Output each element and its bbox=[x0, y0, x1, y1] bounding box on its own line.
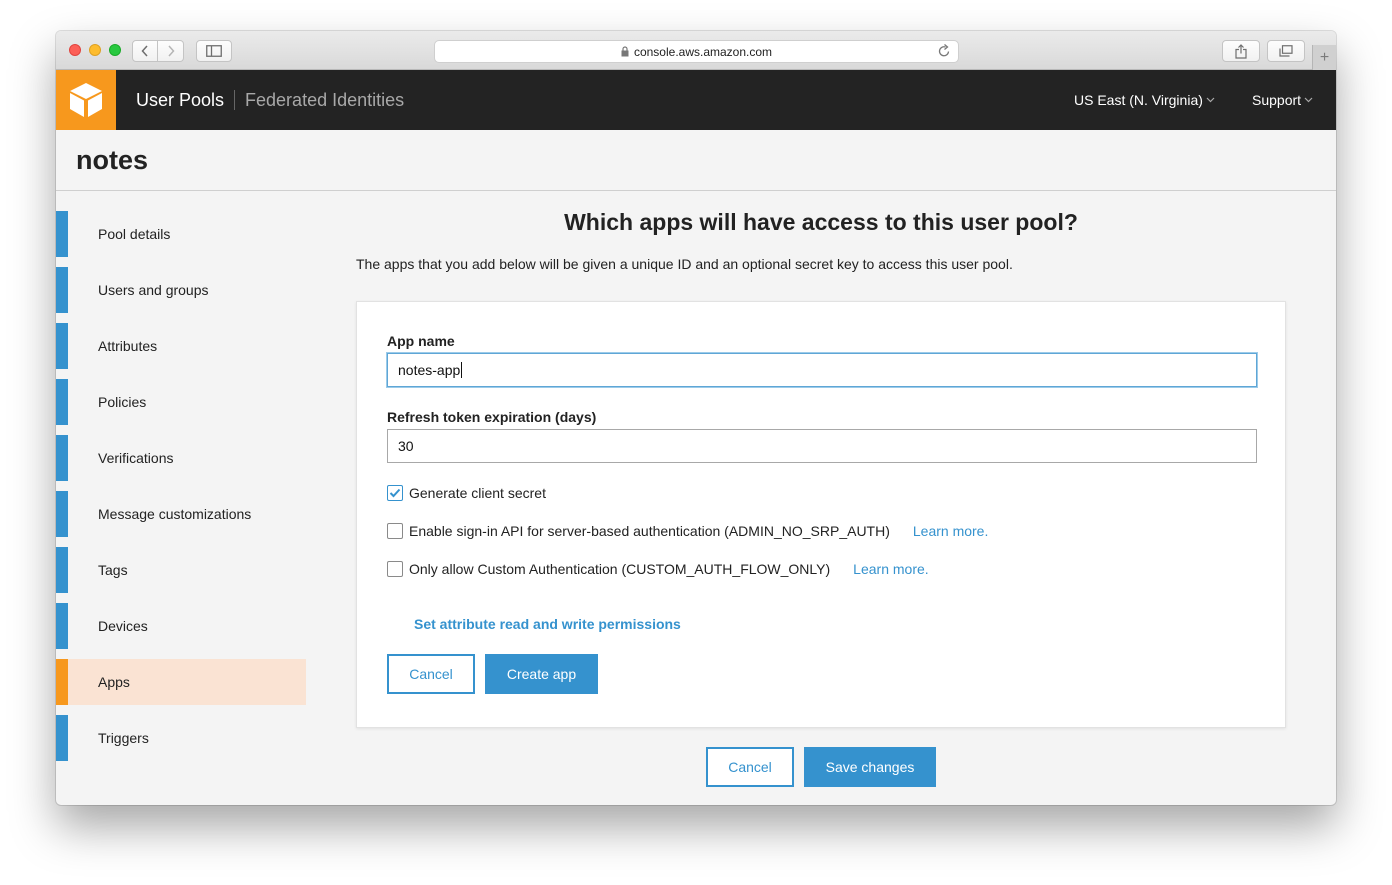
sidebar-indicator bbox=[56, 435, 68, 481]
sidebar-item-label: Apps bbox=[98, 674, 130, 690]
sidebar-item-label: Verifications bbox=[98, 450, 174, 466]
create-app-button[interactable]: Create app bbox=[485, 654, 598, 694]
custom-auth-checkbox[interactable] bbox=[387, 561, 403, 577]
minimize-window-button[interactable] bbox=[89, 44, 101, 56]
sidebar-item-label: Message customizations bbox=[98, 506, 252, 522]
chevron-right-icon bbox=[167, 45, 175, 57]
refresh-token-value: 30 bbox=[398, 438, 414, 454]
sidebar-indicator bbox=[56, 379, 68, 425]
browser-toolbar: console.aws.amazon.com + bbox=[56, 31, 1336, 70]
sidebar-item-triggers[interactable]: Triggers bbox=[56, 715, 306, 761]
aws-header: User Pools Federated Identities US East … bbox=[56, 70, 1336, 130]
chevron-left-icon bbox=[141, 45, 148, 57]
chevron-down-icon bbox=[1206, 97, 1215, 103]
chevron-down-icon bbox=[1304, 97, 1313, 103]
sidebar-indicator bbox=[56, 267, 68, 313]
text-cursor bbox=[461, 362, 463, 378]
sidebar-item-policies[interactable]: Policies bbox=[56, 379, 306, 425]
tabs-icon bbox=[1279, 45, 1293, 57]
federated-identities-link[interactable]: Federated Identities bbox=[245, 90, 404, 111]
region-label: US East (N. Virginia) bbox=[1074, 92, 1203, 108]
history-nav bbox=[132, 40, 184, 62]
zoom-window-button[interactable] bbox=[109, 44, 121, 56]
sidebar-item-label: Attributes bbox=[98, 338, 158, 354]
learn-more-link[interactable]: Learn more. bbox=[853, 561, 928, 577]
sidebar-item-users-and-groups[interactable]: Users and groups bbox=[56, 267, 306, 313]
checkmark-icon bbox=[389, 488, 401, 498]
cancel-app-button[interactable]: Cancel bbox=[387, 654, 475, 694]
support-label: Support bbox=[1252, 92, 1302, 108]
cube-icon bbox=[70, 83, 102, 117]
close-window-button[interactable] bbox=[69, 44, 81, 56]
admin-no-srp-label: Enable sign-in API for server-based auth… bbox=[409, 523, 890, 539]
add-app-form: App name notes-app Refresh token expirat… bbox=[356, 301, 1286, 728]
sidebar-item-label: Pool details bbox=[98, 226, 171, 242]
admin-no-srp-option: Enable sign-in API for server-based auth… bbox=[387, 523, 988, 539]
lock-icon bbox=[621, 46, 629, 57]
section-description: The apps that you add below will be give… bbox=[356, 256, 1013, 272]
nav-separator bbox=[234, 90, 236, 110]
sidebar-item-label: Users and groups bbox=[98, 282, 209, 298]
user-pools-link[interactable]: User Pools bbox=[136, 90, 224, 111]
refresh-token-label: Refresh token expiration (days) bbox=[387, 409, 597, 425]
app-name-label: App name bbox=[387, 333, 455, 349]
share-icon bbox=[1235, 43, 1247, 59]
sidebar-indicator bbox=[56, 547, 68, 593]
admin-no-srp-checkbox[interactable] bbox=[387, 523, 403, 539]
sidebar-icon bbox=[206, 45, 222, 57]
generate-secret-option: Generate client secret bbox=[387, 485, 546, 501]
sidebar-item-label: Devices bbox=[98, 618, 148, 634]
learn-more-link[interactable]: Learn more. bbox=[913, 523, 988, 539]
sidebar-item-attributes[interactable]: Attributes bbox=[56, 323, 306, 369]
sidebar-indicator bbox=[56, 323, 68, 369]
sidebar-item-devices[interactable]: Devices bbox=[56, 603, 306, 649]
support-menu[interactable]: Support bbox=[1252, 70, 1313, 130]
address-bar[interactable]: console.aws.amazon.com bbox=[434, 40, 959, 63]
forward-button[interactable] bbox=[158, 40, 184, 62]
sidebar-item-verifications[interactable]: Verifications bbox=[56, 435, 306, 481]
sidebar-item-label: Tags bbox=[98, 562, 128, 578]
url-text: console.aws.amazon.com bbox=[633, 44, 773, 59]
header-nav: User Pools Federated Identities bbox=[136, 70, 404, 130]
sidebar-item-label: Triggers bbox=[98, 730, 149, 746]
sidebar-item-tags[interactable]: Tags bbox=[56, 547, 306, 593]
generate-secret-checkbox[interactable] bbox=[387, 485, 403, 501]
generate-secret-label: Generate client secret bbox=[409, 485, 546, 501]
app-name-input[interactable]: notes-app bbox=[387, 353, 1257, 387]
new-tab-button[interactable]: + bbox=[1312, 45, 1336, 70]
title-band: notes bbox=[56, 130, 1336, 191]
sidebar-indicator bbox=[56, 211, 68, 257]
custom-auth-option: Only allow Custom Authentication (CUSTOM… bbox=[387, 561, 929, 577]
custom-auth-label: Only allow Custom Authentication (CUSTOM… bbox=[409, 561, 831, 577]
sidebar-indicator bbox=[56, 603, 68, 649]
sidebar-indicator bbox=[56, 715, 68, 761]
attribute-permissions-link[interactable]: Set attribute read and write permissions bbox=[414, 616, 681, 632]
page-title: notes bbox=[76, 145, 149, 175]
browser-window: console.aws.amazon.com + User Pools Fede… bbox=[56, 31, 1336, 805]
back-button[interactable] bbox=[132, 40, 158, 62]
region-selector[interactable]: US East (N. Virginia) bbox=[1074, 70, 1215, 130]
reload-icon[interactable] bbox=[938, 44, 951, 58]
section-heading: Which apps will have access to this user… bbox=[564, 209, 1078, 235]
sidebar-indicator bbox=[56, 659, 68, 705]
app-name-value: notes-app bbox=[398, 362, 461, 378]
cancel-button[interactable]: Cancel bbox=[706, 747, 794, 787]
save-changes-button[interactable]: Save changes bbox=[804, 747, 936, 787]
sidebar-indicator bbox=[56, 491, 68, 537]
sidebar-item-message-customizations[interactable]: Message customizations bbox=[56, 491, 306, 537]
sidebar-item-label: Policies bbox=[98, 394, 147, 410]
sidebar-item-pool-details[interactable]: Pool details bbox=[56, 211, 306, 257]
show-tabs-button[interactable] bbox=[1267, 40, 1305, 62]
sidebar-item-apps[interactable]: Apps bbox=[56, 659, 306, 705]
sidebar-toggle-button[interactable] bbox=[196, 40, 232, 62]
plus-icon: + bbox=[1319, 48, 1330, 66]
aws-cube-logo[interactable] bbox=[56, 70, 116, 130]
refresh-token-input[interactable]: 30 bbox=[387, 429, 1257, 463]
share-button[interactable] bbox=[1222, 40, 1260, 62]
